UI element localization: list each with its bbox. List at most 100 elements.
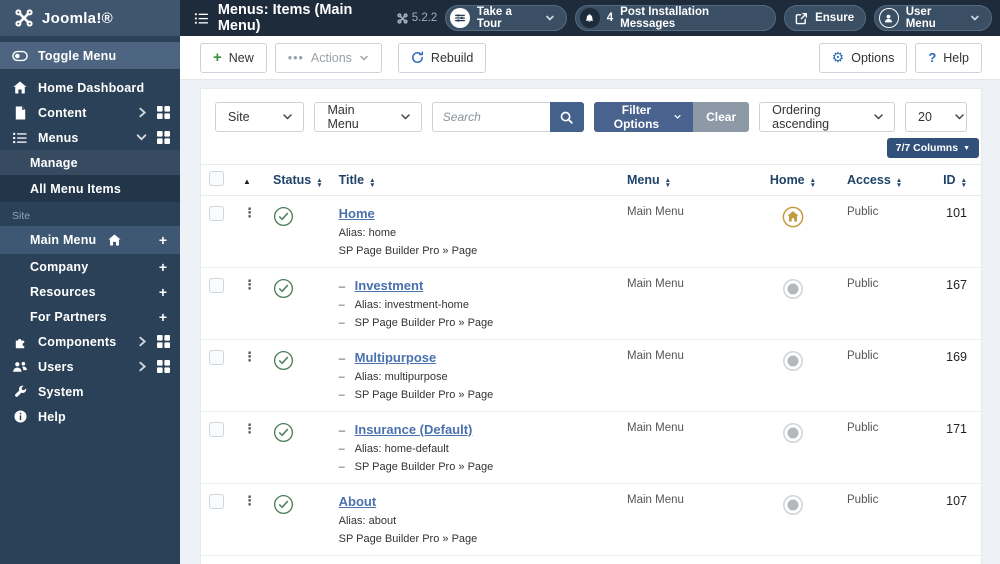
sidebar: Toggle Menu Home Dashboard Content Menus… xyxy=(0,36,180,564)
sidebar-item-content[interactable]: Content xyxy=(0,100,180,125)
row-checkbox[interactable] xyxy=(209,278,224,293)
row-checkbox[interactable] xyxy=(209,422,224,437)
header-menu[interactable]: Menu ▲ ▼ xyxy=(619,164,747,196)
sliders-icon xyxy=(450,8,470,28)
take-a-tour-button[interactable]: Take a Tour xyxy=(445,5,568,31)
sidebar-item-components[interactable]: Components xyxy=(0,329,180,354)
menu-name-cell: Main Menu xyxy=(619,339,747,412)
help-button[interactable]: ? Help xyxy=(915,42,982,73)
search-icon xyxy=(560,111,574,124)
menu-name-cell: Main Menu xyxy=(619,483,747,556)
status-published-icon[interactable] xyxy=(273,278,294,299)
sidebar-item-help[interactable]: Help xyxy=(0,404,180,429)
help-button-label: Help xyxy=(943,50,969,65)
ordering-select[interactable]: Ordering ascending xyxy=(759,102,895,132)
status-published-icon[interactable] xyxy=(273,494,294,515)
select-all-checkbox[interactable] xyxy=(209,171,224,186)
sidebar-item-users[interactable]: Users xyxy=(0,354,180,379)
grid-icon[interactable] xyxy=(157,335,170,348)
row-checkbox[interactable] xyxy=(209,350,224,365)
site-filter-select[interactable]: Site xyxy=(215,102,305,132)
menu-name-cell: Main Menu xyxy=(619,411,747,484)
sidebar-item-resources[interactable]: Resources + xyxy=(0,279,180,304)
ordering-asc-icon[interactable]: ▲ xyxy=(243,177,251,186)
home-unset-icon[interactable] xyxy=(782,350,804,372)
options-button[interactable]: ⚙ Options xyxy=(818,42,908,73)
drag-handle-icon[interactable]: ⋮ xyxy=(243,349,256,364)
menu-item-title-link[interactable]: About xyxy=(339,494,377,509)
menu-filter-select[interactable]: Main Menu xyxy=(314,102,422,132)
sidebar-item-manage[interactable]: Manage xyxy=(0,150,180,175)
chevron-down-icon xyxy=(546,15,555,21)
home-unset-icon[interactable] xyxy=(782,494,804,516)
add-menu-item-button[interactable]: + xyxy=(159,284,170,300)
header-title[interactable]: Title ▲ ▼ xyxy=(330,164,619,196)
header-status[interactable]: Status ▲ ▼ xyxy=(265,164,331,196)
columns-row: 7/7 Columns ▼ xyxy=(201,134,981,158)
header-id[interactable]: ID ▲ ▼ xyxy=(927,164,981,196)
drag-handle-icon[interactable]: ⋮ xyxy=(243,421,256,436)
grid-icon[interactable] xyxy=(157,131,170,144)
actions-button-label: Actions xyxy=(310,50,352,65)
menu-item-title-link[interactable]: Insurance (Default) xyxy=(355,422,473,437)
header-home[interactable]: Home ▲ ▼ xyxy=(747,164,839,196)
sidebar-item-label: Main Menu xyxy=(30,233,97,247)
ellipsis-icon: ••• xyxy=(287,50,304,65)
grid-icon[interactable] xyxy=(157,106,170,119)
joomla-logo-icon xyxy=(15,9,33,27)
menu-item-title-link[interactable]: Investment xyxy=(355,278,424,293)
sort-icon: ▲ ▼ xyxy=(664,176,672,189)
messages-count: 4 xyxy=(606,12,614,24)
site-preview-button[interactable]: Ensure xyxy=(784,5,867,31)
id-cell: 101 xyxy=(927,195,981,268)
access-level-cell: Public xyxy=(839,483,927,556)
add-menu-item-button[interactable]: + xyxy=(159,309,170,325)
status-published-icon[interactable] xyxy=(273,350,294,371)
drag-handle-icon[interactable]: ⋮ xyxy=(243,277,256,292)
chevron-down-icon xyxy=(360,55,368,61)
menu-item-title-link[interactable]: Multipurpose xyxy=(355,350,437,365)
sidebar-item-label: Content xyxy=(38,105,87,120)
sidebar-item-company[interactable]: Company + xyxy=(0,254,180,279)
indent-dash: – xyxy=(338,299,345,311)
indent-dash: – xyxy=(338,317,345,329)
toggle-menu-button[interactable]: Toggle Menu xyxy=(0,42,180,69)
chevron-down-icon xyxy=(272,113,303,121)
header-access[interactable]: Access ▲ ▼ xyxy=(839,164,927,196)
joomla-logo[interactable]: Joomla!® xyxy=(0,0,180,36)
rebuild-button[interactable]: Rebuild xyxy=(397,42,487,73)
actions-button[interactable]: ••• Actions xyxy=(274,42,382,73)
filter-options-button[interactable]: Filter Options xyxy=(593,102,694,132)
sidebar-item-main-menu[interactable]: Main Menu + xyxy=(0,226,180,254)
row-checkbox[interactable] xyxy=(209,494,224,509)
limit-select[interactable]: 20 xyxy=(905,102,967,132)
menu-item-title-link[interactable]: Home xyxy=(339,206,375,221)
sidebar-item-home-dashboard[interactable]: Home Dashboard xyxy=(0,75,180,100)
home-default-icon[interactable] xyxy=(782,206,804,228)
table-row: ⋮ –About –Alias: about –SP Page Builder … xyxy=(201,483,981,556)
grid-icon[interactable] xyxy=(157,360,170,373)
add-menu-item-button[interactable]: + xyxy=(159,259,170,275)
user-menu-button[interactable]: User Menu xyxy=(874,5,992,31)
search-button[interactable] xyxy=(549,102,584,132)
search-input[interactable] xyxy=(431,102,550,132)
wrench-icon xyxy=(12,385,28,398)
sidebar-item-menus[interactable]: Menus xyxy=(0,125,180,150)
sidebar-item-all-menu-items[interactable]: All Menu Items xyxy=(0,175,180,202)
menu-item-builder: SP Page Builder Pro » Page xyxy=(354,389,494,401)
sidebar-item-for-partners[interactable]: For Partners + xyxy=(0,304,180,329)
status-published-icon[interactable] xyxy=(273,422,294,443)
status-published-icon[interactable] xyxy=(273,206,294,227)
home-unset-icon[interactable] xyxy=(782,278,804,300)
post-installation-messages-button[interactable]: 4 Post Installation Messages xyxy=(575,5,777,31)
drag-handle-icon[interactable]: ⋮ xyxy=(243,493,256,508)
add-menu-item-button[interactable]: + xyxy=(159,232,170,248)
sidebar-item-system[interactable]: System xyxy=(0,379,180,404)
version-number: 5.2.2 xyxy=(411,12,438,24)
new-button[interactable]: + New xyxy=(200,42,267,73)
columns-toggle-button[interactable]: 7/7 Columns ▼ xyxy=(886,138,979,158)
drag-handle-icon[interactable]: ⋮ xyxy=(243,205,256,220)
row-checkbox[interactable] xyxy=(209,206,224,221)
clear-button[interactable]: Clear xyxy=(693,102,750,132)
home-unset-icon[interactable] xyxy=(782,422,804,444)
